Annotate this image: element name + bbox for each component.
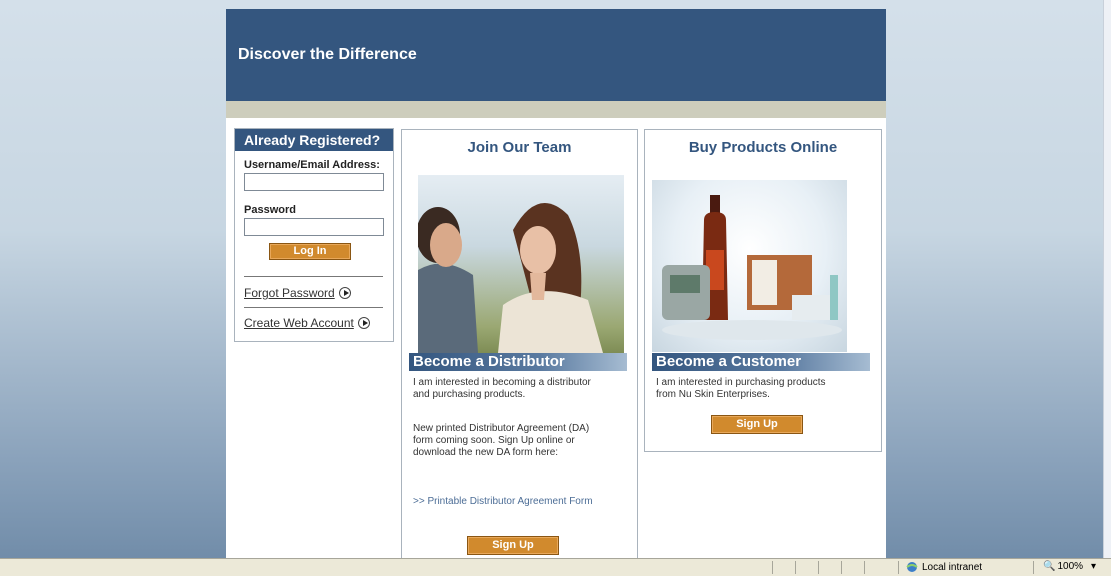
login-divider [244,276,383,277]
arrow-right-circle-icon [338,287,351,299]
status-divider [864,561,865,574]
forgot-password-label: Forgot Password [244,286,335,300]
printable-da-link[interactable]: >> Printable Distributor Agreement Form [413,496,593,508]
status-divider [841,561,842,574]
join-team-card: Join Our Team Become a Distributor I am … [401,129,638,559]
header-divider-strip [226,101,886,118]
distributor-text-2: New printed Distributor Agreement (DA) f… [413,423,590,458]
login-panel: Already Registered? Username/Email Addre… [234,128,394,342]
login-heading: Already Registered? [235,129,393,151]
status-bar: Local intranet 🔍 100% ▾ [0,558,1111,576]
magnifier-icon: 🔍 [1043,561,1056,572]
customer-signup-button[interactable]: Sign Up [711,415,803,434]
become-customer-band: Become a Customer [652,353,870,371]
login-divider [244,307,383,308]
zone-label: Local intranet [922,561,983,573]
create-account-label: Create Web Account [244,316,354,330]
login-button[interactable]: Log In [269,243,351,260]
password-label: Password [244,204,296,216]
status-divider [818,561,819,574]
vertical-scrollbar[interactable] [1103,0,1111,558]
main-page: Discover the Difference Already Register… [226,9,886,559]
buy-products-card: Buy Products Online Become a Customer I … [644,129,882,452]
customer-text: I am interested in purchasing products f… [656,377,826,400]
security-zone[interactable]: Local intranet [905,561,982,573]
arrow-right-circle-icon [357,317,370,329]
chevron-down-icon: ▾ [1091,561,1097,572]
zoom-level: 100% [1057,561,1084,572]
become-distributor-band: Become a Distributor [409,353,627,371]
status-divider [795,561,796,574]
forgot-password-link[interactable]: Forgot Password [244,286,351,300]
buy-products-title: Buy Products Online [688,139,838,156]
status-divider [772,561,773,574]
distributor-signup-button[interactable]: Sign Up [467,536,559,555]
create-web-account-link[interactable]: Create Web Account [244,316,370,330]
intranet-globe-icon [906,562,918,572]
join-team-title: Join Our Team [467,139,572,156]
zoom-control[interactable]: 🔍 100% ▾ [1043,561,1096,572]
page-title: Discover the Difference [238,46,417,63]
status-divider [1033,561,1034,574]
couple-photo [418,175,624,353]
status-divider [898,561,899,574]
header-banner: Discover the Difference [226,9,886,101]
username-label: Username/Email Address: [244,159,380,171]
username-input[interactable] [244,173,384,191]
products-photo [652,180,847,352]
password-input[interactable] [244,218,384,236]
distributor-text-1: I am interested in becoming a distributo… [413,377,591,400]
